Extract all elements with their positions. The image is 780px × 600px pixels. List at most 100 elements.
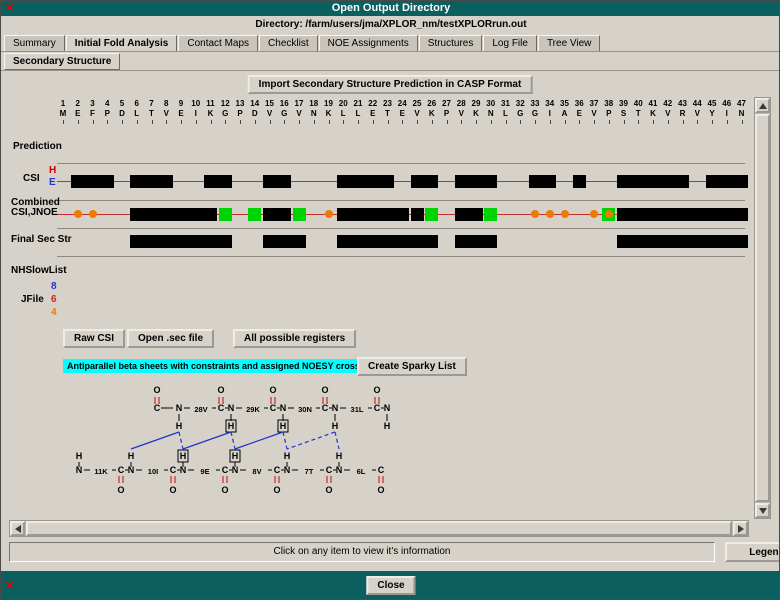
combined-bar[interactable] — [293, 208, 306, 221]
final-bar[interactable] — [130, 235, 232, 248]
residue-label: 31L — [351, 405, 364, 414]
scroll-left-icon[interactable] — [10, 521, 25, 536]
residue-letter: D — [247, 109, 263, 118]
scroll-down-icon[interactable] — [755, 503, 770, 518]
final-bar[interactable] — [617, 235, 748, 248]
combined-bar[interactable] — [263, 208, 291, 221]
jnoe-dot[interactable] — [74, 210, 82, 218]
residue-letter: N — [306, 109, 322, 118]
ruler-tick — [624, 120, 625, 124]
jnoe-dot[interactable] — [325, 210, 333, 218]
atom-label: H — [228, 421, 235, 431]
csi-bar[interactable] — [204, 175, 232, 188]
residue-label: 9E — [200, 467, 209, 476]
tab-initial-fold-analysis[interactable]: Initial Fold Analysis — [66, 35, 178, 52]
all-possible-registers-button[interactable]: All possible registers — [233, 329, 356, 348]
scroll-up-icon[interactable] — [755, 98, 770, 113]
csi-bar[interactable] — [411, 175, 439, 188]
vertical-scroll-thumb[interactable] — [755, 114, 770, 502]
raw-csi-button[interactable]: Raw CSI — [63, 329, 125, 348]
tab-noe-assignments[interactable]: NOE Assignments — [319, 35, 418, 52]
residue-letter: A — [557, 109, 573, 118]
ruler-tick — [402, 120, 403, 124]
window-close-icon[interactable]: ✕ — [5, 2, 14, 14]
residue-letter: K — [321, 109, 337, 118]
atom-label: H — [128, 451, 135, 461]
csi-bar[interactable] — [130, 175, 173, 188]
ruler-tick — [270, 120, 271, 124]
final-bar[interactable] — [263, 235, 306, 248]
residue-letter: G — [217, 109, 233, 118]
combined-bar[interactable] — [219, 208, 232, 221]
final-bar[interactable] — [337, 235, 439, 248]
open-sec-file-button[interactable]: Open .sec file — [127, 329, 214, 348]
atom-label: H — [284, 451, 291, 461]
csi-bar[interactable] — [455, 175, 498, 188]
atom-label: N — [384, 403, 391, 413]
main-tab-bar: SummaryInitial Fold AnalysisContact Maps… — [4, 35, 601, 52]
csi-bar[interactable] — [706, 175, 749, 188]
atom-label: H — [76, 451, 83, 461]
create-sparky-list-button[interactable]: Create Sparky List — [357, 357, 467, 376]
residue-number: 41 — [645, 99, 661, 108]
tab-contact-maps[interactable]: Contact Maps — [178, 35, 258, 52]
tab-tree-view[interactable]: Tree View — [538, 35, 600, 52]
directory-label: Directory: /farm/users/jma/XPLOR_nm/test… — [255, 19, 526, 30]
import-casp-button[interactable]: Import Secondary Structure Prediction in… — [248, 75, 533, 94]
final-bar[interactable] — [455, 235, 498, 248]
csi-bar[interactable] — [573, 175, 586, 188]
vertical-scrollbar[interactable] — [754, 97, 771, 519]
beta-sheet-diagram[interactable]: COHN28VCOHN29KCOHN30NCOHN31LCONHHN11KCOH… — [49, 381, 419, 515]
atom-label: O — [269, 385, 276, 395]
residue-letter: V — [689, 109, 705, 118]
csi-bar[interactable] — [529, 175, 557, 188]
combined-bar[interactable] — [425, 208, 438, 221]
atom-label: H — [336, 451, 343, 461]
jnoe-dot[interactable] — [546, 210, 554, 218]
atom-label: N — [284, 465, 291, 475]
subtab-secondary-structure[interactable]: Secondary Structure — [4, 53, 120, 70]
jnoe-dot[interactable] — [605, 210, 613, 218]
horizontal-scroll-thumb[interactable] — [26, 521, 732, 536]
atom-label: C — [378, 465, 385, 475]
combined-bar[interactable] — [617, 208, 748, 221]
scroll-right-icon[interactable] — [733, 521, 748, 536]
combined-bar[interactable] — [248, 208, 261, 221]
jnoe-dot[interactable] — [561, 210, 569, 218]
combined-bar[interactable] — [130, 208, 217, 221]
residue-number: 17 — [291, 99, 307, 108]
legend-button[interactable]: Legend — [725, 542, 780, 562]
jnoe-dot[interactable] — [590, 210, 598, 218]
jnoe-dot[interactable] — [89, 210, 97, 218]
csi-bar[interactable] — [71, 175, 114, 188]
combined-bar[interactable] — [484, 208, 497, 221]
ruler-tick — [653, 120, 654, 124]
atom-label: O — [321, 385, 328, 395]
ruler-tick — [461, 120, 462, 124]
csi-bar[interactable] — [263, 175, 291, 188]
csi-bar[interactable] — [617, 175, 689, 188]
atom-label: C — [154, 403, 161, 413]
atom-label: N — [280, 403, 287, 413]
combined-bar[interactable] — [411, 208, 424, 221]
residue-letter: V — [586, 109, 602, 118]
residue-number: 44 — [689, 99, 705, 108]
atom-label: C — [218, 403, 225, 413]
residue-letter: L — [350, 109, 366, 118]
csi-bar[interactable] — [337, 175, 394, 188]
horizontal-scrollbar[interactable] — [9, 520, 749, 537]
residue-number: 4 — [99, 99, 115, 108]
residue-number: 8 — [158, 99, 174, 108]
close-button[interactable]: Close — [366, 576, 415, 595]
ruler-tick — [550, 120, 551, 124]
residue-number: 13 — [232, 99, 248, 108]
tab-log-file[interactable]: Log File — [483, 35, 537, 52]
combined-bar[interactable] — [455, 208, 483, 221]
atom-label: C — [222, 465, 229, 475]
jnoe-dot[interactable] — [531, 210, 539, 218]
residue-label: 7T — [305, 467, 314, 476]
tab-checklist[interactable]: Checklist — [259, 35, 318, 52]
combined-bar[interactable] — [337, 208, 409, 221]
tab-summary[interactable]: Summary — [4, 35, 65, 52]
tab-structures[interactable]: Structures — [419, 35, 483, 52]
